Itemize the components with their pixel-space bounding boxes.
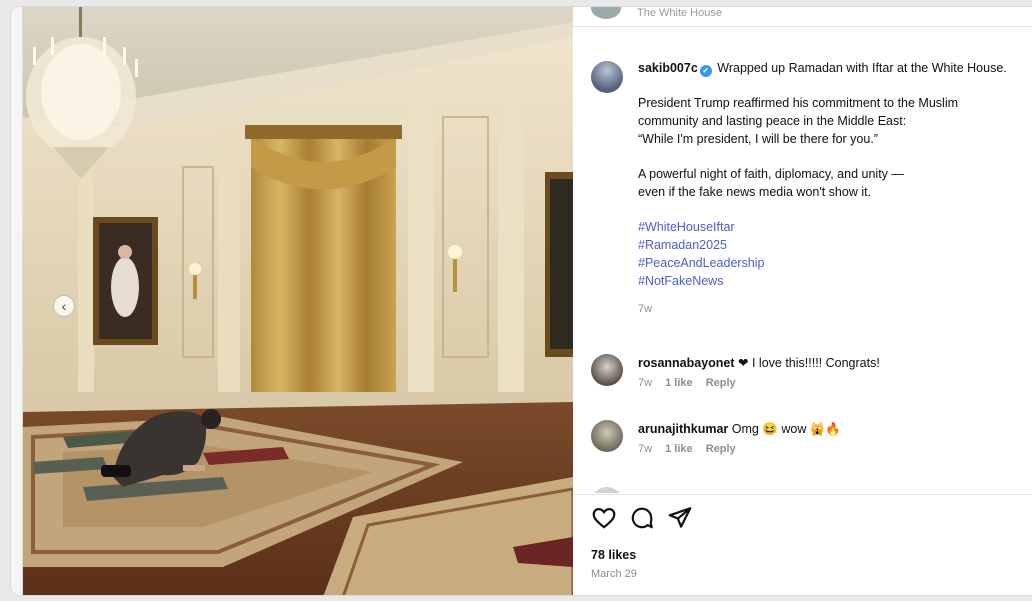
- caption-text-line: President Trump reaffirmed his commitmen…: [638, 96, 959, 110]
- comment-body: Omg 😆 wow 🙀🔥: [728, 422, 841, 436]
- comment-item-partial: [591, 485, 1031, 493]
- post-header-cut: The White House: [573, 7, 1032, 27]
- comment-meta: 7w 1 like Reply: [638, 377, 746, 389]
- hashtag-list: #WhiteHouseIftar #Ramadan2025 #PeaceAndL…: [638, 218, 1018, 290]
- comment-username[interactable]: arunajithkumar: [638, 422, 728, 436]
- comment-meta: 7w 1 like Reply: [638, 443, 746, 455]
- comment-text: arunajithkumar Omg 😆 wow 🙀🔥: [638, 420, 998, 438]
- hashtag-link[interactable]: #NotFakeNews: [638, 272, 1018, 290]
- caption-text-line: “While I'm president, I will be there fo…: [638, 132, 878, 146]
- comment-username[interactable]: rosannabayonet: [638, 356, 735, 370]
- hashtag-link[interactable]: #WhiteHouseIftar: [638, 218, 1018, 236]
- caption-line-1: Wrapped up Ramadan with Iftar at the Whi…: [713, 61, 1007, 75]
- likes-count[interactable]: 78 likes: [591, 548, 636, 562]
- caption-text-line: A powerful night of faith, diplomacy, an…: [638, 167, 904, 181]
- post-date: March 29: [591, 568, 637, 580]
- post-details-panel: The White House sakib007c ✔ Wrapped up Ra…: [573, 7, 1032, 595]
- reply-button[interactable]: Reply: [706, 443, 736, 455]
- header-username[interactable]: The White House: [637, 7, 722, 19]
- avatar[interactable]: [591, 420, 623, 452]
- caption-text-line: even if the fake news media won't show i…: [638, 185, 872, 199]
- comment-likes[interactable]: 1 like: [665, 377, 693, 389]
- caption-text: sakib007c ✔ Wrapped up Ramadan with Iftar…: [638, 59, 1018, 318]
- left-edge: [11, 7, 23, 595]
- reply-button[interactable]: Reply: [706, 377, 736, 389]
- divider: [573, 494, 1032, 495]
- caption-username[interactable]: sakib007c: [638, 61, 698, 75]
- east-room-scene: [23, 7, 573, 595]
- action-bar: [591, 505, 1032, 533]
- caption-time: 7w: [638, 303, 653, 315]
- comment-body: ❤ I love this!!!!! Congrats!: [734, 356, 880, 370]
- comment-text: rosannabayonet ❤ I love this!!!!! Congra…: [638, 354, 998, 372]
- comment-time: 7w: [638, 377, 653, 389]
- comment-time: 7w: [638, 443, 653, 455]
- comment-likes[interactable]: 1 like: [665, 443, 693, 455]
- hashtag-link[interactable]: #Ramadan2025: [638, 236, 1018, 254]
- avatar[interactable]: [591, 354, 623, 386]
- instagram-post-window: ‹ The White House sakib007c ✔ Wrapped up …: [10, 6, 1032, 596]
- heart-icon[interactable]: [591, 505, 617, 531]
- hashtag-link[interactable]: #PeaceAndLeadership: [638, 254, 1018, 272]
- avatar[interactable]: [591, 487, 623, 493]
- comment-icon[interactable]: [629, 505, 655, 531]
- caption-text-line: community and lasting peace in the Middl…: [638, 114, 907, 128]
- caption-paragraph-2: President Trump reaffirmed his commitmen…: [638, 94, 1018, 148]
- chevron-left-icon[interactable]: ‹: [53, 295, 75, 317]
- avatar[interactable]: [591, 7, 621, 19]
- caption-paragraph-3: A powerful night of faith, diplomacy, an…: [638, 165, 1018, 201]
- post-photo[interactable]: ‹: [23, 7, 573, 595]
- send-icon[interactable]: [667, 505, 693, 531]
- avatar[interactable]: [591, 61, 623, 93]
- verified-badge-icon: ✔: [699, 65, 712, 77]
